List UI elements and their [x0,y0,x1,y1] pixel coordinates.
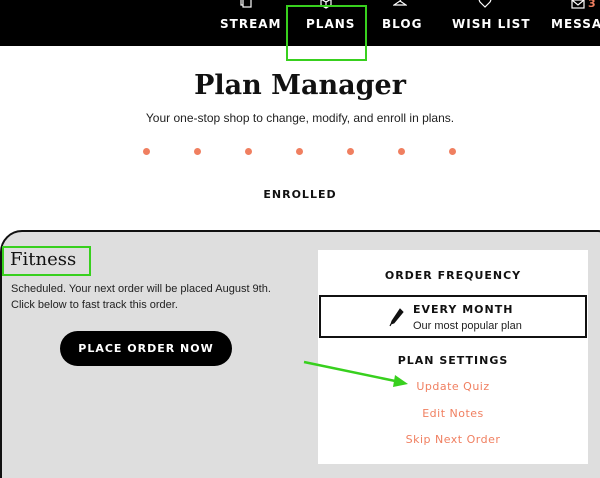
page-subtitle: Your one-stop shop to change, modify, an… [145,111,455,125]
plan-description-line: Click below to fast track this order. [11,299,178,311]
page-title: Plan Manager [194,70,406,101]
plan-description-line: Scheduled. Your next order will be place… [11,283,271,295]
dot-divider [0,148,600,158]
divider-dot [143,148,150,155]
nav-label-messages: MESSAG [551,17,600,31]
divider-dot [398,148,405,155]
nav-label-wish-list: WISH LIST [452,17,531,31]
message-count-badge: 3 [588,0,597,10]
pencil-icon [389,308,404,327]
hanger-icon [393,0,407,6]
nav-item-blog[interactable]: BLOG [382,0,422,46]
nav-item-stream[interactable]: STREAM [220,0,282,46]
nav-item-wish-list[interactable]: WISH LIST [452,0,530,46]
place-order-button[interactable]: PLACE ORDER NOW [60,331,232,366]
divider-dot [296,148,303,155]
divider-dot [194,148,201,155]
skip-next-order-link[interactable]: Skip Next Order [318,433,588,446]
annotation-arrow [303,360,408,387]
nav-item-messages[interactable]: 3 MESSAG [551,0,600,46]
frequency-option-title: EVERY MONTH [413,303,514,316]
divider-dot [449,148,456,155]
heart-icon [478,0,492,8]
order-frequency-heading: ORDER FREQUENCY [384,269,522,282]
plan-description: Scheduled. Your next order will be place… [11,281,301,313]
divider-dot [347,148,354,155]
nav-label-blog: BLOG [382,17,423,31]
frequency-option-subtitle: Our most popular plan [413,320,522,332]
frequency-option-every-month[interactable]: EVERY MONTH Our most popular plan [319,295,587,338]
fitness-highlight-box [2,246,91,276]
stream-icon [240,0,252,8]
plans-highlight-box [286,5,367,61]
nav-label-stream: STREAM [220,17,282,31]
enrolled-heading: ENROLLED [263,188,337,201]
edit-notes-link[interactable]: Edit Notes [318,407,588,420]
divider-dot [245,148,252,155]
envelope-icon [571,0,585,9]
